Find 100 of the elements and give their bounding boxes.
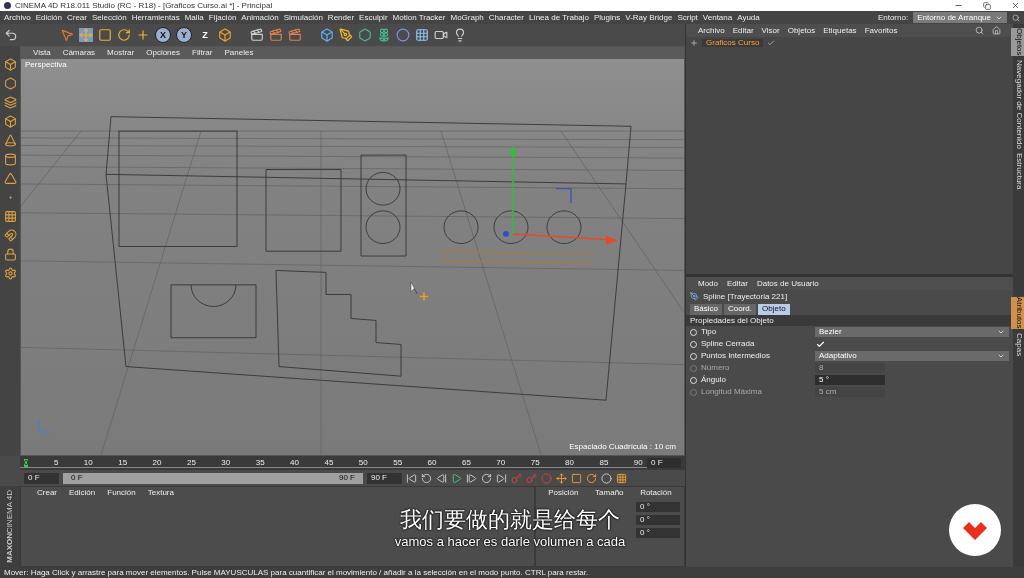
skip-back-icon[interactable] xyxy=(406,472,417,484)
dropdown-field[interactable]: Bezier xyxy=(815,327,1009,337)
menu-item[interactable]: Archivo xyxy=(698,26,725,35)
menu-item[interactable]: Selección xyxy=(91,13,127,22)
menu-item[interactable]: Animación xyxy=(241,13,279,22)
menu-item[interactable]: Textura xyxy=(147,489,174,497)
menu-item[interactable]: Malla xyxy=(184,13,204,22)
menu-item[interactable]: Editar xyxy=(732,26,754,35)
menu-item[interactable]: Modo xyxy=(698,279,718,288)
axis-button[interactable]: Y xyxy=(176,27,192,43)
current-frame-field[interactable]: 0 F xyxy=(647,458,681,468)
home-icon[interactable] xyxy=(992,26,1001,35)
menu-item[interactable]: Fijación xyxy=(208,13,237,22)
lightbulb-icon[interactable] xyxy=(453,28,467,42)
plus-icon[interactable] xyxy=(136,28,150,42)
rotation-field[interactable]: 0 ° xyxy=(636,528,680,538)
menu-item[interactable]: Etiquetas xyxy=(823,26,857,35)
cube-icon[interactable] xyxy=(218,28,232,42)
search-icon[interactable] xyxy=(975,26,984,35)
viewport-menu-item[interactable]: Cámaras xyxy=(62,49,96,57)
scale-icon[interactable] xyxy=(98,28,112,42)
cube-icon[interactable] xyxy=(3,115,17,128)
cube-icon[interactable] xyxy=(320,28,334,42)
menu-item[interactable]: Editar xyxy=(727,279,748,288)
viewport-menu-item[interactable]: Vista xyxy=(33,49,51,57)
timeline-ruler[interactable]: 0 5 10 15 20 25 30 35 40 45 50 55 60 65 70 75 80 85 90 xyxy=(20,458,647,468)
clapperboard-icon[interactable] xyxy=(288,28,302,42)
menu-item[interactable]: V-Ray Bridge xyxy=(625,13,673,22)
play-icon[interactable] xyxy=(451,472,462,484)
rotation-field[interactable]: 0 ° xyxy=(636,515,680,525)
menu-item[interactable]: Edición xyxy=(35,13,62,22)
axis-button[interactable]: Z xyxy=(197,27,213,43)
triangle-icon[interactable] xyxy=(3,172,17,185)
expand-icon[interactable] xyxy=(690,39,698,47)
rotate-icon[interactable] xyxy=(117,28,131,42)
move-icon[interactable] xyxy=(556,472,567,484)
end-frame-field[interactable]: 90 F xyxy=(367,472,402,484)
menu-item[interactable]: Simulación xyxy=(283,13,323,22)
menu-item[interactable]: MoGraph xyxy=(450,13,484,22)
menu-item[interactable]: Archivo xyxy=(4,13,31,22)
menu-item[interactable]: Edición xyxy=(69,489,96,497)
hexagon-icon[interactable] xyxy=(358,28,372,42)
step-forward-icon[interactable] xyxy=(466,472,477,484)
viewport-menu-item[interactable]: Filtrar xyxy=(192,49,213,57)
menu-item[interactable]: Ayuda xyxy=(737,13,760,22)
step-back-icon[interactable] xyxy=(436,472,447,484)
environment-dropdown[interactable]: Entorno de Arranque xyxy=(913,12,1007,23)
grid-icon[interactable] xyxy=(3,210,17,223)
attribute-tab[interactable]: Coord. xyxy=(724,303,757,315)
object-name[interactable]: Graficos Curso xyxy=(702,39,764,47)
cube-icon[interactable] xyxy=(3,58,17,71)
circle-icon[interactable] xyxy=(601,472,612,484)
start-frame-field[interactable]: 0 F xyxy=(24,472,59,484)
side-tab[interactable]: Estructura xyxy=(1010,152,1024,189)
pointer-icon[interactable] xyxy=(60,28,74,42)
clapperboard-icon[interactable] xyxy=(250,28,264,42)
menu-item[interactable]: Esculpir xyxy=(359,13,388,22)
menu-item[interactable]: Objetos xyxy=(787,26,816,35)
scale-icon[interactable] xyxy=(571,472,582,484)
camera-icon[interactable] xyxy=(434,28,448,42)
menu-item[interactable]: Función xyxy=(107,489,136,497)
viewport-menu-item[interactable]: Opciones xyxy=(146,49,180,57)
clapperboard-icon[interactable] xyxy=(269,28,283,42)
menu-item[interactable]: Crear xyxy=(66,13,87,22)
menu-item[interactable]: Línea de Trabajo xyxy=(528,13,589,22)
checkbox[interactable] xyxy=(815,339,825,349)
viewport[interactable]: Vista Cámaras Mostrar Opciones Filtrar Paneles Perspectiva Espaciado Cuadrícula : 10 cm xyxy=(20,46,685,456)
loop-icon[interactable] xyxy=(481,472,492,484)
menu-item[interactable]: Favoritos xyxy=(864,26,898,35)
magnet-icon[interactable] xyxy=(3,229,17,242)
layers-icon[interactable] xyxy=(3,96,17,109)
pen-icon[interactable] xyxy=(339,28,353,42)
menu-item[interactable]: Crear xyxy=(37,489,57,497)
dropdown-field[interactable]: Adaptativo xyxy=(815,351,1009,361)
menu-item[interactable]: Ventana xyxy=(702,13,733,22)
menu-item[interactable]: Motion Tracker xyxy=(392,13,446,22)
search-icon[interactable] xyxy=(1012,13,1020,22)
cone-icon[interactable] xyxy=(3,134,17,147)
rotation-field[interactable]: 0 ° xyxy=(636,502,680,512)
viewport-menu-item[interactable]: Paneles xyxy=(224,49,254,57)
menu-item[interactable]: Render xyxy=(327,13,355,22)
lock-icon[interactable] xyxy=(3,248,17,261)
restore-icon[interactable] xyxy=(983,1,991,10)
polygon-icon[interactable] xyxy=(3,77,17,90)
menu-item[interactable]: Script xyxy=(677,13,698,22)
viewport-menu-item[interactable]: Mostrar xyxy=(107,49,135,57)
attribute-tab[interactable]: Básico xyxy=(690,303,722,315)
skip-forward-icon[interactable] xyxy=(496,472,507,484)
menu-item[interactable]: Herramientas xyxy=(131,13,180,22)
attribute-tab[interactable]: Objeto xyxy=(758,303,790,315)
menu-item[interactable]: Visor xyxy=(761,26,780,35)
grid-icon[interactable] xyxy=(415,28,429,42)
menu-item[interactable]: Plugins xyxy=(594,13,621,22)
undo-icon[interactable] xyxy=(4,28,18,42)
close-icon[interactable] xyxy=(1011,1,1020,10)
menu-item[interactable]: Character xyxy=(488,13,524,22)
flower-icon[interactable] xyxy=(377,28,391,42)
menu-item[interactable]: Datos de Usuario xyxy=(756,279,819,288)
axis-button[interactable]: X xyxy=(155,27,171,43)
loop-icon[interactable] xyxy=(421,472,432,484)
